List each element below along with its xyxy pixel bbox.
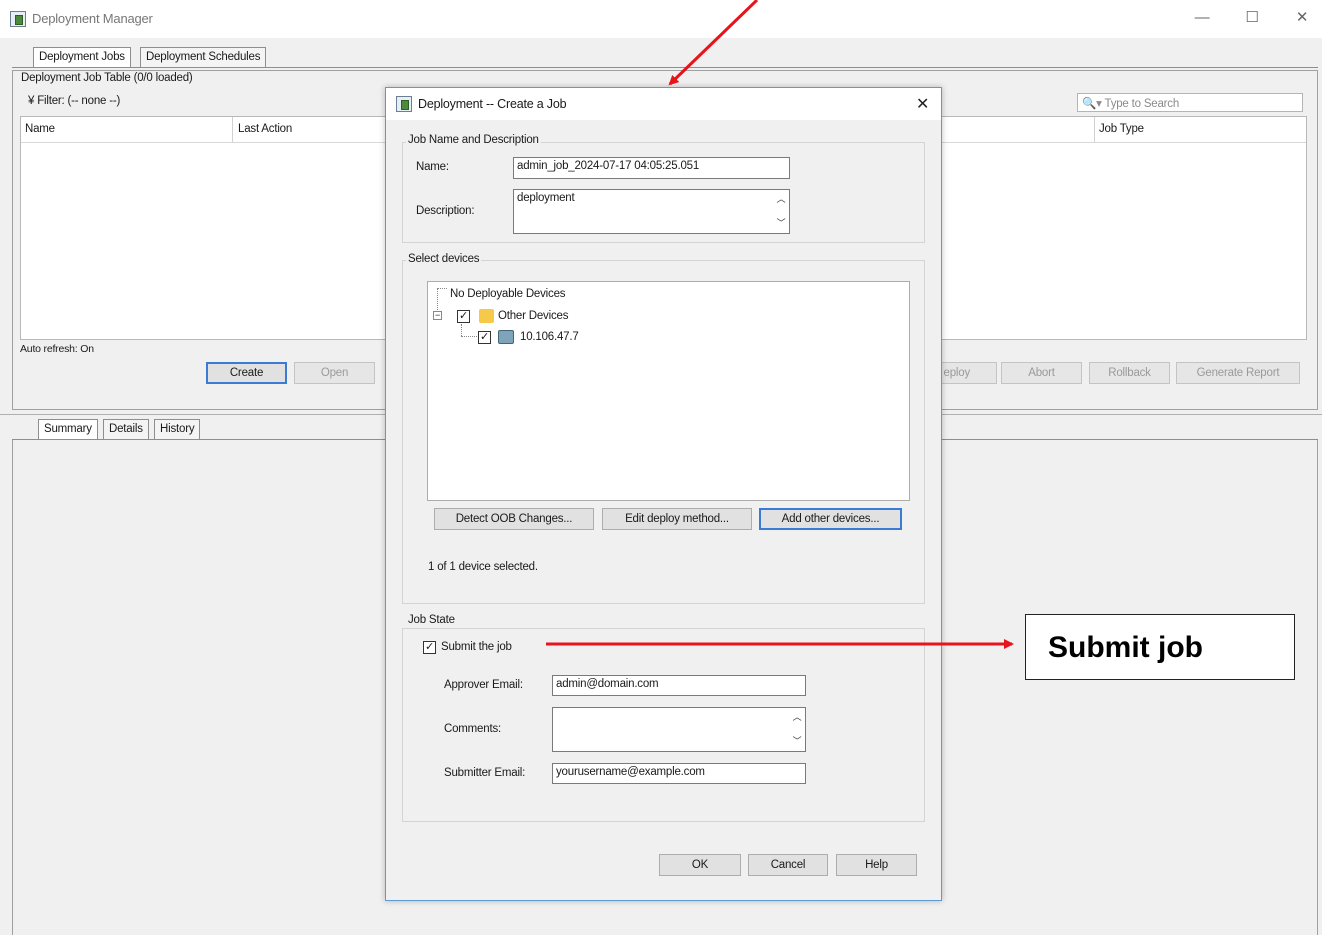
dialog-pointer-arrow bbox=[668, 0, 759, 86]
annotation-overlay bbox=[546, 0, 1014, 649]
submit-job-callout: Submit job bbox=[1025, 614, 1295, 680]
callout-text: Submit job bbox=[1048, 631, 1203, 664]
